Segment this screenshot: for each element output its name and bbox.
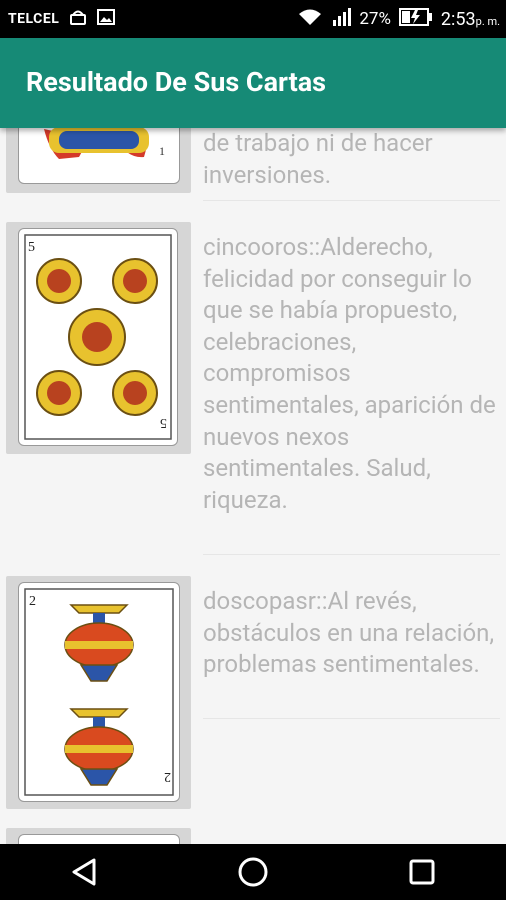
list-item[interactable]: 1 de trabajo ni de hacer inversiones. <box>0 128 506 218</box>
card-image-frame: 5 5 <box>6 222 191 454</box>
results-list[interactable]: 1 de trabajo ni de hacer inversiones. 5 … <box>0 128 506 844</box>
card-image-frame <box>6 828 191 844</box>
svg-text:5: 5 <box>160 415 167 430</box>
clock: 2:53p. m. <box>440 8 500 30</box>
battery-percent: 27% <box>359 9 391 29</box>
svg-text:5: 5 <box>28 240 35 255</box>
card-description: doscopasr::Al revés, obstáculos en una r… <box>203 587 495 679</box>
back-icon <box>72 858 96 886</box>
divider <box>203 718 500 719</box>
card-image-frame: 2 2 <box>6 576 191 809</box>
card-image-frame: 1 <box>6 128 191 193</box>
wifi-icon <box>297 7 323 31</box>
recents-button[interactable] <box>392 844 452 900</box>
signal-icon <box>331 7 352 31</box>
home-button[interactable] <box>223 844 283 900</box>
list-item[interactable]: 5 5 cincooros::Alderecho, felicidad por … <box>0 222 506 577</box>
navigation-bar <box>0 844 506 900</box>
card-dos-de-copas: 2 2 <box>18 582 180 802</box>
home-icon <box>238 857 268 887</box>
coin-emblem-icon: 1 <box>44 128 165 159</box>
svg-text:1: 1 <box>159 144 165 158</box>
svg-text:2: 2 <box>164 769 171 784</box>
two-cups-icon: 2 2 <box>24 588 174 796</box>
page-title: Resultado De Sus Cartas <box>26 66 327 98</box>
card-description: de trabajo ni de hacer inversiones. <box>203 129 433 189</box>
list-item[interactable] <box>0 828 506 844</box>
divider <box>203 554 500 555</box>
five-coins-icon: 5 5 <box>24 234 172 440</box>
back-button[interactable] <box>54 844 114 900</box>
carrier-label: TELCEL <box>8 11 60 27</box>
card-as-de-oros: 1 <box>18 128 180 184</box>
status-bar: TELCEL 27% 2:53p. m. <box>0 0 506 38</box>
app-bar: Resultado De Sus Cartas <box>0 38 506 128</box>
card-description: cincooros::Alderecho, felicidad por cons… <box>203 233 496 514</box>
list-item[interactable]: 2 2 doscopasr::Al revés, obstáculos en u… <box>0 576 506 816</box>
recents-icon <box>409 859 435 885</box>
battery-charging-icon <box>398 7 433 31</box>
divider <box>203 200 500 201</box>
card-cinco-de-oros: 5 5 <box>18 228 178 446</box>
card-next <box>18 834 180 844</box>
svg-text:2: 2 <box>29 594 36 609</box>
image-notification-icon <box>97 8 116 30</box>
android-debug-icon <box>69 8 87 30</box>
